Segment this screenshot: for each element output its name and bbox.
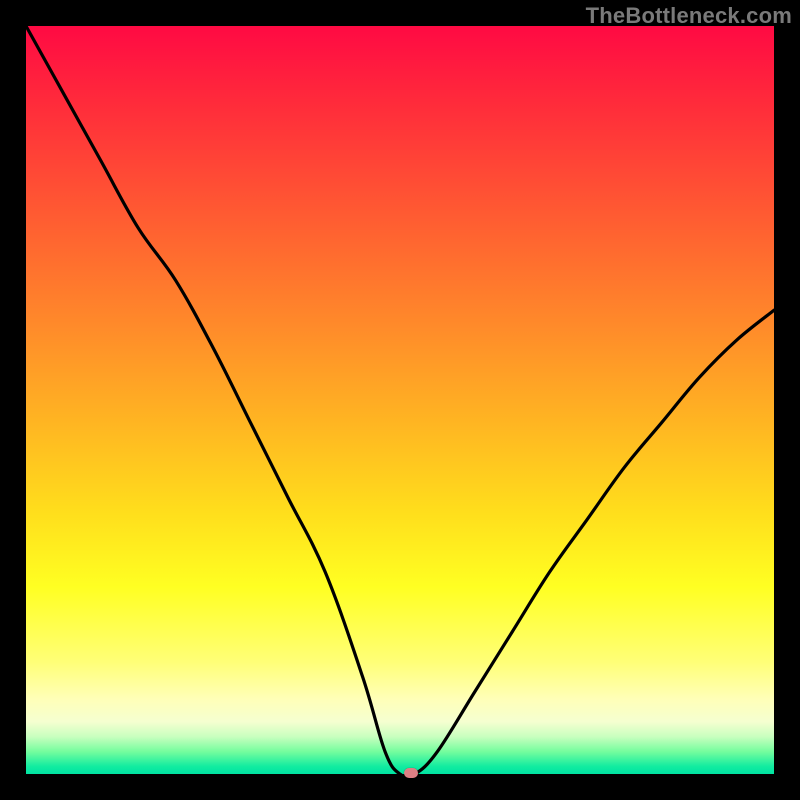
optimum-marker	[404, 768, 418, 778]
chart-frame: TheBottleneck.com	[0, 0, 800, 800]
watermark-text: TheBottleneck.com	[586, 3, 792, 29]
bottleneck-curve	[26, 26, 774, 774]
plot-area	[26, 26, 774, 774]
